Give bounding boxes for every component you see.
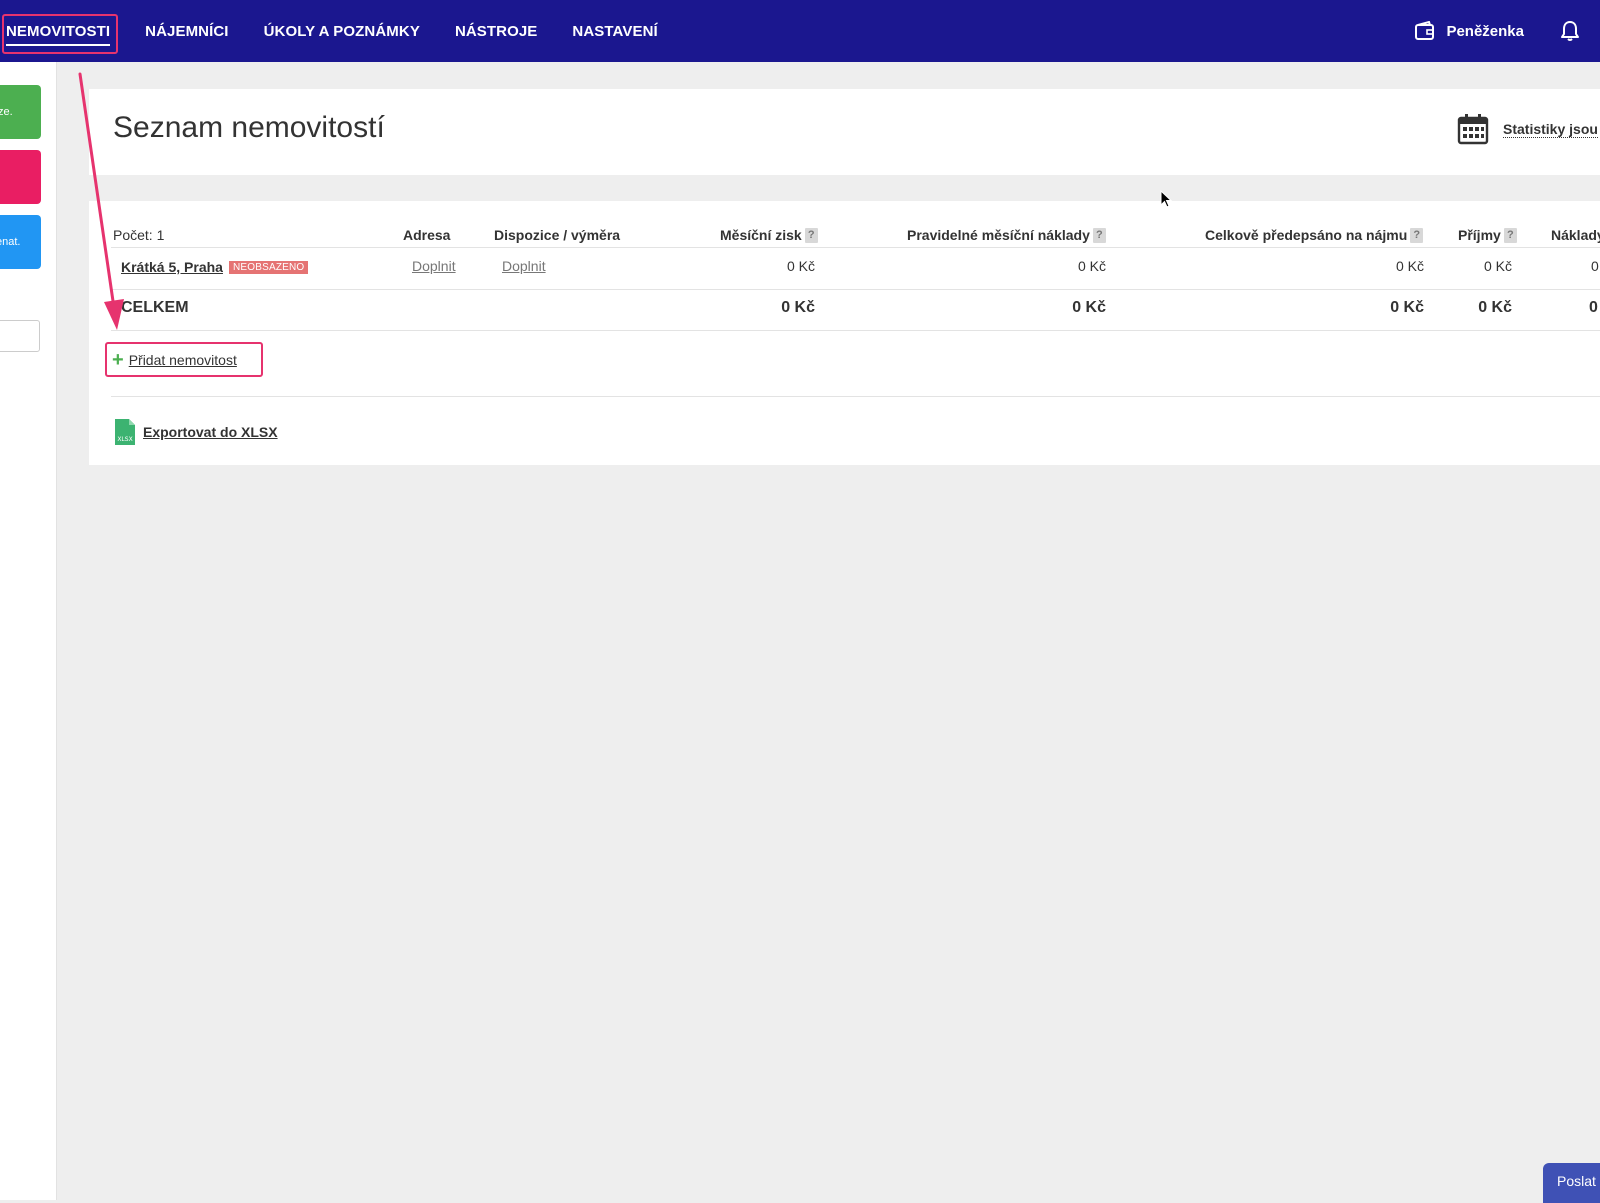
table-row: Krátká 5, Praha NEOBSAZENO xyxy=(121,259,309,275)
wallet-icon xyxy=(1415,21,1435,40)
page-header-card: Seznam nemovitostí Statistiky jsou xyxy=(89,89,1600,175)
column-header-address: Adresa xyxy=(403,227,451,243)
row-expenses: 0 xyxy=(1591,258,1599,274)
xlsx-file-icon: XLSX xyxy=(115,419,135,445)
send-label: Poslat xyxy=(1557,1173,1596,1189)
disposition-fill-link[interactable]: Doplnit xyxy=(502,258,546,274)
row-monthly-profit: 0 Kč xyxy=(786,258,815,274)
address-fill-link[interactable]: Doplnit xyxy=(412,258,456,274)
wallet-label: Peněženka xyxy=(1446,22,1524,40)
row-monthly-costs: 0 Kč xyxy=(1077,258,1106,274)
export-label: Exportovat do XLSX xyxy=(143,424,278,440)
total-expenses: 0 I xyxy=(1589,299,1600,316)
column-header-expenses: Náklady xyxy=(1551,227,1600,243)
send-button[interactable]: Poslat xyxy=(1543,1163,1600,1203)
bell-icon xyxy=(1561,21,1579,41)
total-income: 0 Kč xyxy=(1478,299,1512,316)
nav-najemnici[interactable]: NÁJEMNÍCI xyxy=(145,23,228,40)
column-header-rent-total-label: Celkově předepsáno na nájmu xyxy=(1205,227,1408,243)
help-icon[interactable]: ? xyxy=(1092,227,1106,243)
column-header-monthly-profit-label: Měsíční zisk xyxy=(720,227,802,243)
sidebar-button-blue-label: enat. xyxy=(0,236,21,248)
plus-icon: + xyxy=(112,348,124,371)
nav-right: Peněženka xyxy=(1414,0,1600,62)
divider xyxy=(111,247,1600,248)
row-rent-total: 0 Kč xyxy=(1395,258,1424,274)
stats-label: Statistiky jsou xyxy=(1503,120,1598,138)
nav-nastroje[interactable]: NÁSTROJE xyxy=(455,23,537,40)
nav-nastaveni[interactable]: NASTAVENÍ xyxy=(572,23,657,40)
column-header-monthly-costs: Pravidelné měsíční náklady ? xyxy=(907,227,1106,243)
sidebar-input[interactable] xyxy=(0,320,40,352)
status-badge: NEOBSAZENO xyxy=(228,261,309,274)
notifications-button[interactable] xyxy=(1560,20,1580,42)
properties-table-card: Počet: 1 Adresa Dispozice / výměra Měsíč… xyxy=(89,201,1600,465)
column-header-income-label: Příjmy xyxy=(1458,227,1501,243)
divider xyxy=(111,289,1600,290)
help-icon[interactable]: ? xyxy=(1410,227,1424,243)
column-header-rent-total: Celkově předepsáno na nájmu ? xyxy=(1205,227,1424,243)
column-header-disposition: Dispozice / výměra xyxy=(494,227,621,243)
property-link[interactable]: Krátká 5, Praha xyxy=(121,259,223,275)
nav-ukoly-a-poznamky[interactable]: ÚKOLY A POZNÁMKY xyxy=(264,23,420,40)
total-rent-total: 0 Kč xyxy=(1390,299,1424,316)
column-header-monthly-costs-label: Pravidelné měsíční náklady xyxy=(907,227,1090,243)
sidebar-button-green[interactable]: ze. xyxy=(0,85,41,139)
mouse-cursor-icon xyxy=(1160,190,1173,208)
add-property-button[interactable]: + Přidat nemovitost xyxy=(105,342,263,377)
top-navbar: NEMOVITOSTI NÁJEMNÍCI ÚKOLY A POZNÁMKY N… xyxy=(0,0,1600,62)
xlsx-icon-text: XLSX xyxy=(117,436,132,443)
wallet-link[interactable]: Peněženka xyxy=(1414,21,1524,41)
page-title: Seznam nemovitostí xyxy=(113,111,385,144)
sidebar-button-green-label: ze. xyxy=(0,106,13,118)
total-monthly-profit: 0 Kč xyxy=(781,299,815,316)
total-label: CELKEM xyxy=(121,299,189,316)
divider xyxy=(111,396,1600,397)
help-icon[interactable]: ? xyxy=(804,227,818,243)
count-label: Počet: 1 xyxy=(113,227,165,243)
stats-link[interactable]: Statistiky jsou xyxy=(1457,113,1598,145)
help-icon[interactable]: ? xyxy=(1503,227,1517,243)
nav-highlight-box xyxy=(2,14,118,54)
add-property-label: Přidat nemovitost xyxy=(128,351,237,368)
divider xyxy=(111,330,1600,331)
sidebar-button-blue[interactable]: enat. xyxy=(0,215,41,269)
sidebar-button-pink[interactable] xyxy=(0,150,41,204)
row-income: 0 Kč xyxy=(1483,258,1512,274)
calendar-icon xyxy=(1457,114,1489,145)
column-header-monthly-profit: Měsíční zisk ? xyxy=(720,227,818,243)
column-header-income: Příjmy ? xyxy=(1458,227,1517,243)
total-monthly-costs: 0 Kč xyxy=(1072,299,1106,316)
annotation-arrow-icon xyxy=(78,72,124,330)
left-sidebar: ze. enat. xyxy=(0,62,57,1200)
export-xlsx-link[interactable]: XLSX Exportovat do XLSX xyxy=(115,419,278,445)
